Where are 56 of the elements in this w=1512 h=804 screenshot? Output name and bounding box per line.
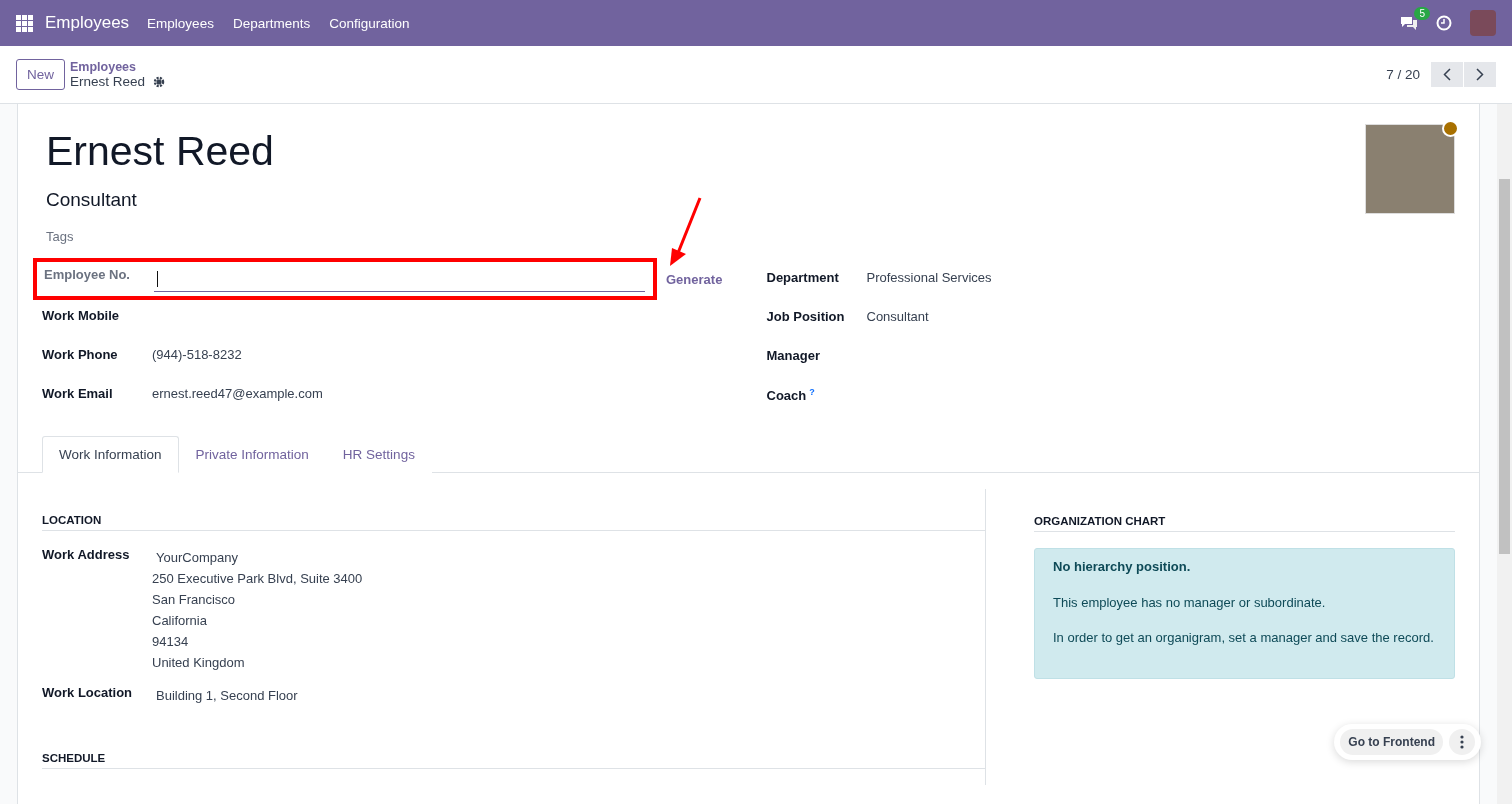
field-label: Work Address — [42, 547, 131, 564]
field-label: Work Mobile — [42, 308, 121, 323]
address-line: San Francisco — [152, 591, 237, 609]
field-label: Manager — [766, 348, 821, 363]
next-button[interactable] — [1464, 62, 1496, 87]
field-value: Building 1, Second Floor — [155, 687, 298, 705]
field-label: Coach $^{?}$ — [766, 387, 816, 404]
breadcrumb-link[interactable]: Employees — [70, 60, 166, 74]
address-line: YourCompany — [155, 549, 239, 567]
presence-dot — [1442, 120, 1459, 137]
vertical-dots-icon — [1460, 735, 1464, 749]
field-label: Work Phone — [42, 347, 119, 362]
clock-icon[interactable] — [1436, 15, 1452, 31]
go-to-frontend-button[interactable]: Go to Frontend — [1340, 729, 1443, 755]
field-label: Department — [766, 270, 840, 285]
new-button[interactable]: New — [16, 59, 65, 90]
text-cursor — [157, 271, 158, 287]
address-line: United Kingdom — [152, 654, 246, 672]
address-line: 94134 — [152, 633, 190, 651]
chevron-left-icon — [1443, 68, 1451, 81]
more-button[interactable] — [1449, 729, 1475, 755]
menu-item[interactable]: Departments — [232, 15, 311, 31]
annotation-arrow — [668, 196, 702, 268]
field-value: (944)-518-8232 — [152, 347, 242, 362]
gear-icon[interactable] — [153, 75, 166, 88]
alert-text: This employee has no manager or subordinate. — [1053, 594, 1327, 612]
app-name: Employees — [45, 13, 130, 33]
menu-item[interactable]: Configuration — [329, 15, 410, 31]
section-title: SCHEDULE — [42, 752, 985, 769]
message-count-badge: 5 — [1414, 7, 1430, 20]
section-title: ORGANIZATION CHART — [1034, 515, 1455, 532]
field-label: Employee No. — [44, 267, 131, 282]
pager-value: 7 / 20 — [1386, 67, 1420, 82]
breadcrumb-current: Ernest Reed — [70, 74, 146, 89]
menu-item[interactable]: Employees — [147, 15, 214, 31]
job-title: Consultant — [46, 189, 138, 211]
chevron-right-icon — [1476, 68, 1484, 81]
field-label: Work Location — [42, 685, 134, 702]
alert-heading: No hierarchy position. — [1053, 559, 1192, 574]
tags-field[interactable]: Tags — [46, 229, 1451, 244]
field-value: Consultant — [866, 309, 929, 324]
field-label: Work Email — [42, 386, 114, 401]
section-title: LOCATION — [42, 514, 985, 531]
field-value: ernest.reed47@example.com — [152, 386, 323, 401]
employee-name: Ernest Reed — [46, 128, 274, 175]
generate-link[interactable]: Generate — [666, 272, 723, 287]
help-icon[interactable]: ? — [809, 387, 815, 397]
field-label: Job Position — [766, 309, 846, 324]
apps-menu-icon[interactable] — [16, 14, 33, 32]
previous-button[interactable] — [1431, 62, 1463, 87]
field-value: Professional Services — [866, 270, 992, 285]
address-line: California — [152, 612, 208, 630]
address-line: 250 Executive Park Blvd, Suite 3400 — [152, 570, 363, 588]
tab[interactable]: Work Information — [42, 436, 179, 473]
chat-icon[interactable] — [1400, 15, 1418, 31]
alert-text: In order to get an organigram, set a manager and save the record. — [1053, 629, 1435, 647]
